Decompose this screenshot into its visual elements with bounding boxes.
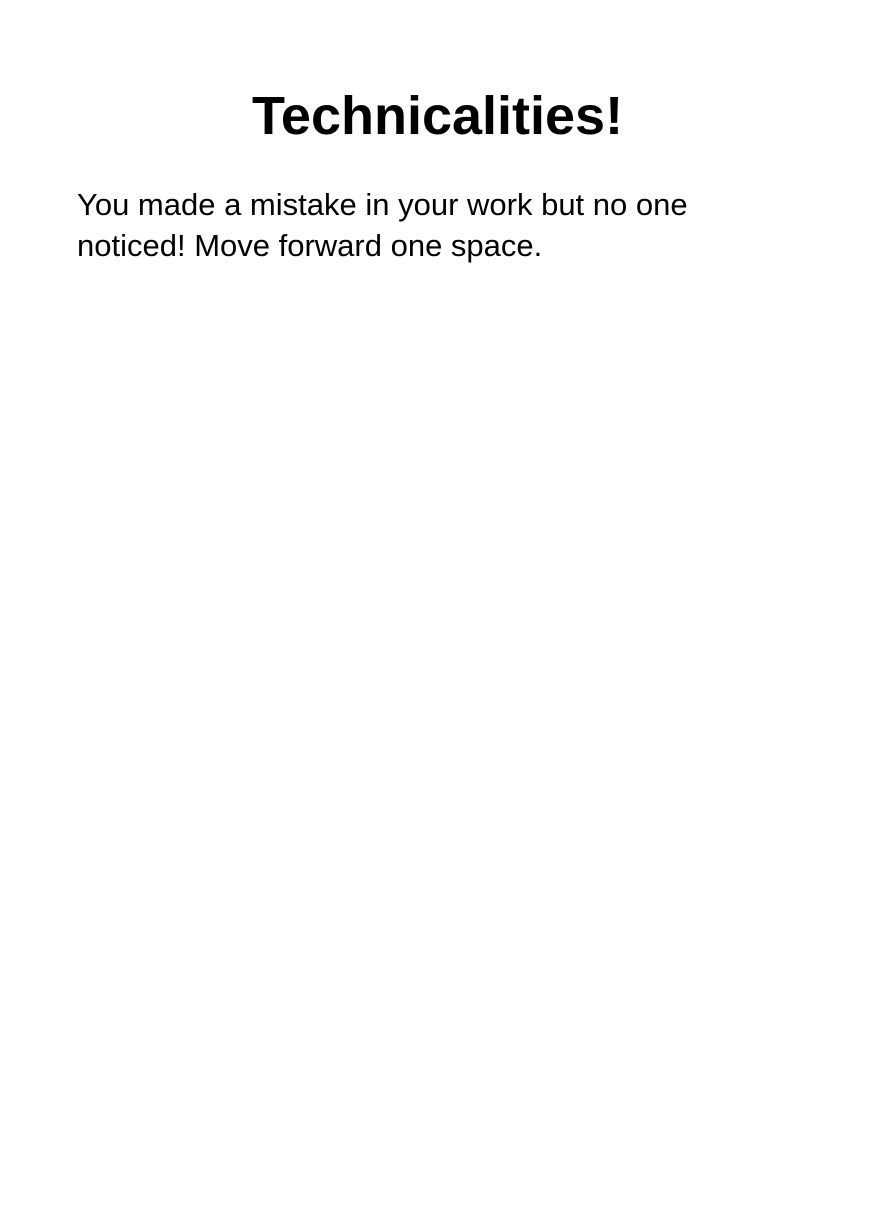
card-body-text: You made a mistake in your work but no o… bbox=[77, 187, 688, 263]
card-title: Technicalities! bbox=[251, 86, 624, 146]
game-card: Technicalities! You made a mistake in yo… bbox=[0, 0, 875, 1225]
